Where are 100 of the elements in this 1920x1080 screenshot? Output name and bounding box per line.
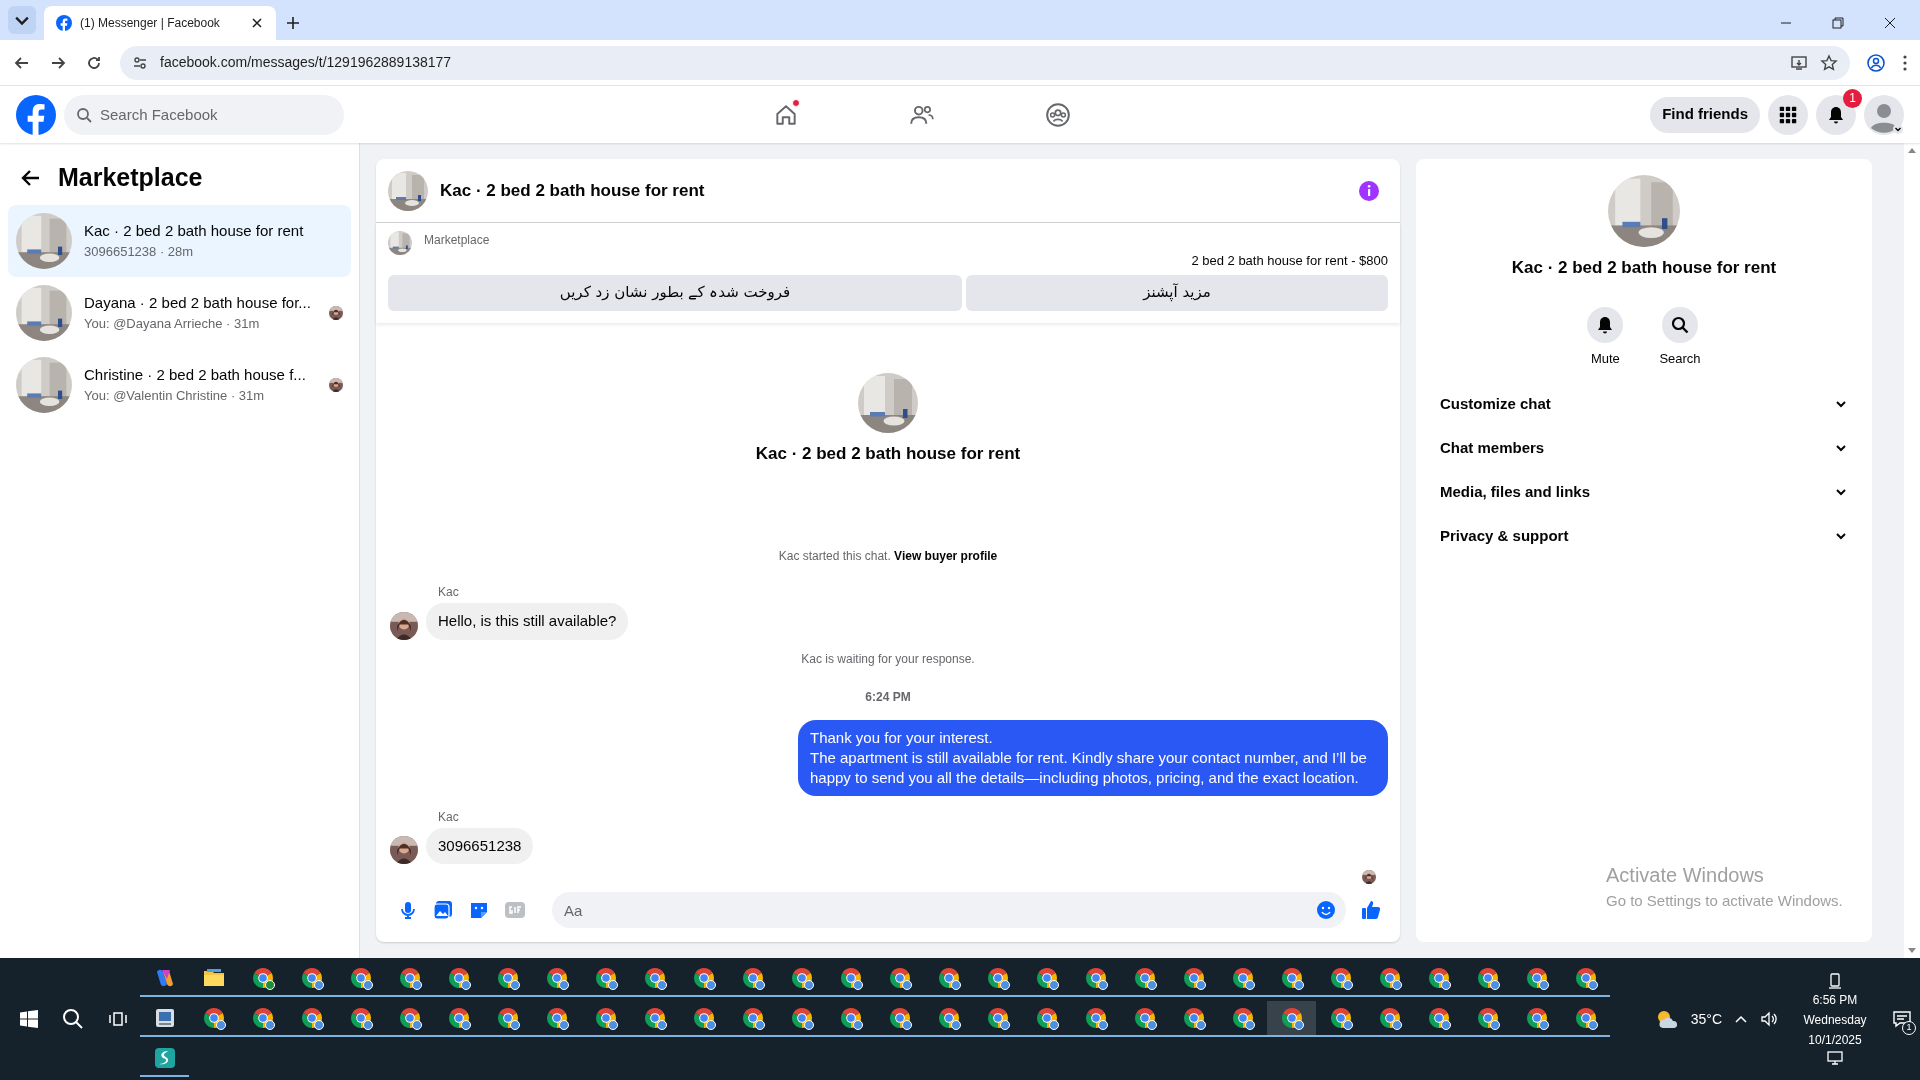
message-input[interactable]: Aa xyxy=(552,892,1346,928)
notification-count: 1 xyxy=(1902,1021,1916,1035)
message-bubble: Hello, is this still available? xyxy=(426,603,629,640)
section-label: Media, files and links xyxy=(1440,481,1591,502)
bell-icon xyxy=(1826,104,1846,125)
profile-name: Kac · 2 bed 2 bath house for rent xyxy=(755,442,1021,465)
chrome-icon xyxy=(250,966,275,990)
chrome-icon xyxy=(593,966,618,990)
info-icon[interactable] xyxy=(1358,179,1380,202)
buyer-profile-link[interactable]: View buyer profile xyxy=(894,549,998,563)
system-message: Kac is waiting for your response. xyxy=(801,650,975,668)
notifications-button[interactable] xyxy=(1816,94,1856,135)
groups-icon xyxy=(1045,101,1072,128)
activation-text: Go to Settings to activate Windows. xyxy=(1606,890,1843,911)
microphone-icon[interactable] xyxy=(398,900,418,920)
search-icon xyxy=(1670,314,1690,335)
photo-icon[interactable] xyxy=(432,899,454,921)
chrome-icon xyxy=(1426,966,1451,990)
task-view-icon[interactable] xyxy=(108,1009,128,1029)
chrome-icon xyxy=(1034,966,1059,990)
notification-center-icon[interactable] xyxy=(1892,1009,1912,1029)
conversation-title: Christine · 2 bed 2 bath house f... xyxy=(84,364,307,385)
facebook-icon xyxy=(56,15,72,31)
chrome-icon xyxy=(1230,966,1255,990)
chrome-icon xyxy=(985,966,1010,990)
section-row[interactable]: Privacy & support xyxy=(1432,514,1856,558)
conversation-title: Dayana · 2 bed 2 bath house for... xyxy=(84,292,312,313)
chrome-icon xyxy=(887,1006,912,1030)
chrome-icon xyxy=(299,1006,324,1030)
search-icon xyxy=(76,106,92,123)
section-row[interactable]: Customize chat xyxy=(1432,382,1856,426)
chrome-icon xyxy=(1230,1006,1255,1030)
chrome-icon xyxy=(1328,966,1353,990)
section-label: Chat members xyxy=(1440,437,1545,458)
shark-icon xyxy=(152,1046,177,1070)
chrome-icon xyxy=(1426,1006,1451,1030)
tab-list-icon[interactable] xyxy=(8,6,36,34)
chrome-icon xyxy=(887,966,912,990)
chrome-icon xyxy=(789,966,814,990)
conversation-preview: You: @Valentin Christine · 31m xyxy=(84,387,266,405)
profile-icon[interactable] xyxy=(1866,52,1886,73)
clock-time: 6:56 PM xyxy=(1812,992,1858,1009)
chrome-icon xyxy=(397,966,422,990)
section-row[interactable]: Chat members xyxy=(1432,426,1856,470)
details-name: Kac · 2 bed 2 bath house for rent xyxy=(1511,257,1777,279)
chrome-icon xyxy=(446,966,471,990)
conversation-title: Kac · 2 bed 2 bath house for rent xyxy=(84,220,305,241)
search-icon[interactable] xyxy=(62,1008,84,1030)
tab-title: (1) Messenger | Facebook xyxy=(80,15,221,32)
chrome-icon xyxy=(985,1006,1010,1030)
section-label: Customize chat xyxy=(1440,393,1551,414)
clock-date: 10/1/2025 xyxy=(1808,1032,1862,1049)
grid-icon xyxy=(1778,104,1798,125)
chrome-icon xyxy=(446,1006,471,1030)
chrome-icon xyxy=(1573,966,1598,990)
speaker-icon[interactable] xyxy=(1760,1010,1778,1028)
address-bar[interactable]: facebook.com/messages/t/1291962889138177 xyxy=(120,45,1850,80)
find-friends-button[interactable]: Find friends xyxy=(1650,96,1760,133)
message-bubble: Thank you for your interest. The apartment is still available for rent. Kindly share your contact number, and I’ll be happy to send you all the details—including photos, pricing, and the exact location. xyxy=(798,719,1388,796)
chrome-icon xyxy=(1573,1006,1598,1030)
activation-title: Activate Windows xyxy=(1606,862,1765,888)
chrome-icon xyxy=(1132,1006,1157,1030)
chrome-icon xyxy=(936,1006,961,1030)
chrome-icon xyxy=(1475,966,1500,990)
chrome-icon xyxy=(1034,1006,1059,1030)
account-avatar-icon[interactable] xyxy=(1864,94,1904,135)
facebook-logo-icon[interactable] xyxy=(16,94,56,135)
start-icon[interactable] xyxy=(20,1010,38,1028)
chrome-icon xyxy=(1524,1006,1549,1030)
url-text: facebook.com/messages/t/1291962889138177 xyxy=(160,53,453,72)
conversation-item[interactable]: Kac · 2 bed 2 bath house for rent 3096651238 · 28m xyxy=(8,204,351,277)
emoji-icon[interactable] xyxy=(1316,900,1336,920)
search-field[interactable]: Search Facebook xyxy=(64,94,344,135)
chrome-icon xyxy=(789,1006,814,1030)
browser-tab[interactable]: (1) Messenger | Facebook xyxy=(44,6,276,40)
scrollbar[interactable] xyxy=(1904,143,1920,958)
message-bubble: 3096651238 xyxy=(426,827,534,864)
taskbar-button[interactable] xyxy=(1267,1001,1316,1037)
chrome-icon xyxy=(740,966,765,990)
chrome-icon xyxy=(544,966,569,990)
listing-button[interactable]: فروخت شدہ کے بطور نشان زد کریں xyxy=(388,274,962,311)
listing-button[interactable]: مزید آپشنز xyxy=(965,274,1388,311)
chrome-icon xyxy=(838,1006,863,1030)
chrome-icon xyxy=(838,966,863,990)
thumbs-up-icon[interactable] xyxy=(1360,899,1382,921)
new-tab-icon[interactable] xyxy=(284,14,302,32)
weather-temperature: 35°C xyxy=(1690,1009,1722,1029)
star-icon[interactable] xyxy=(1820,53,1838,72)
action-button[interactable] xyxy=(1587,306,1624,343)
action-label: Search xyxy=(1659,349,1701,368)
chrome-icon xyxy=(348,966,373,990)
close-icon[interactable] xyxy=(250,16,264,30)
action-button[interactable] xyxy=(1662,306,1698,343)
action-label: Mute xyxy=(1590,349,1620,368)
clock-day: Wednesday xyxy=(1803,1011,1867,1029)
section-row[interactable]: Media, files and links xyxy=(1432,470,1856,514)
menu-button[interactable] xyxy=(1768,94,1808,135)
more-icon[interactable] xyxy=(1902,53,1908,72)
chrome-icon xyxy=(1279,1006,1304,1030)
install-app-icon[interactable] xyxy=(1790,53,1808,72)
